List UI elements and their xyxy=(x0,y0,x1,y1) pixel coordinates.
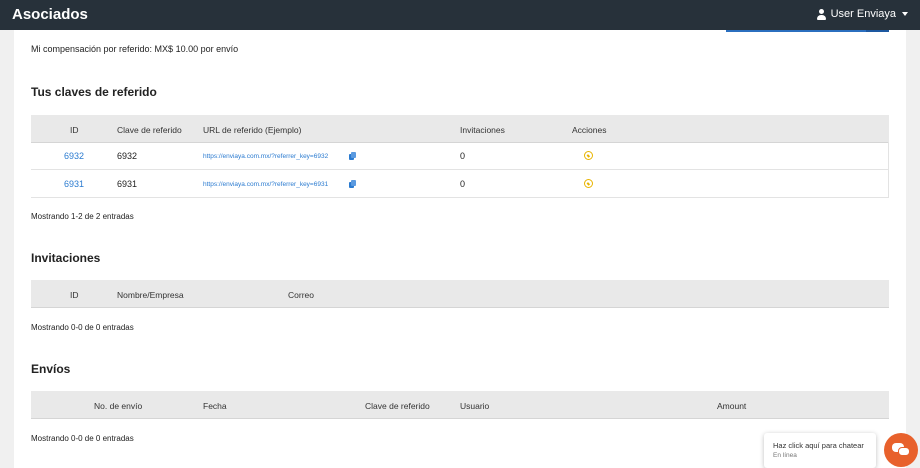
chat-prompt[interactable]: Haz click aquí para chatear En línea xyxy=(764,433,876,468)
invitations-count: 0 xyxy=(460,151,466,161)
shipments-table-header: No. de envío Fecha Clave de referido Usu… xyxy=(31,391,889,419)
chat-button[interactable] xyxy=(884,433,918,467)
compensation-text: Mi compensación por referido: MX$ 10.00 … xyxy=(31,44,239,54)
chat-status: En línea xyxy=(773,452,797,459)
invitations-title: Invitaciones xyxy=(31,251,101,265)
user-name: User Enviaya xyxy=(830,8,896,20)
app-title: Asociados xyxy=(12,6,88,23)
invitations-count: 0 xyxy=(460,179,466,189)
referral-url[interactable]: https://enviaya.com.mx/?referrer_key=693… xyxy=(203,153,328,160)
action-button-edge[interactable] xyxy=(726,30,889,32)
user-icon xyxy=(816,8,827,20)
referral-key: 6932 xyxy=(117,151,138,161)
action-dropdown-edge[interactable] xyxy=(866,30,889,32)
ban-icon[interactable] xyxy=(584,151,593,160)
referral-keys-table-header: ID Clave de referido URL de referido (Ej… xyxy=(31,115,889,143)
column-header-amount[interactable]: Amount xyxy=(717,401,746,411)
referral-id-link[interactable]: 6931 xyxy=(64,179,84,189)
column-header-id[interactable]: ID xyxy=(70,290,79,300)
column-header-referral-key[interactable]: Clave de referido xyxy=(365,401,430,411)
column-header-name[interactable]: Nombre/Empresa xyxy=(117,290,184,300)
column-header-shipment-number[interactable]: No. de envío xyxy=(94,401,142,411)
chevron-down-icon xyxy=(902,12,908,16)
ban-icon[interactable] xyxy=(584,179,593,188)
invitations-pagination-info: Mostrando 0-0 de 0 entradas xyxy=(31,323,134,332)
column-header-key[interactable]: Clave de referido xyxy=(117,125,182,135)
referral-key: 6931 xyxy=(117,179,138,189)
table-row: 6932 6932 https://enviaya.com.mx/?referr… xyxy=(31,142,889,170)
column-header-invitations[interactable]: Invitaciones xyxy=(460,125,505,135)
referral-url[interactable]: https://enviaya.com.mx/?referrer_key=693… xyxy=(203,181,328,188)
chat-prompt-title: Haz click aquí para chatear xyxy=(773,441,864,450)
table-row: 6931 6931 https://enviaya.com.mx/?referr… xyxy=(31,170,889,198)
referral-keys-pagination-info: Mostrando 1-2 de 2 entradas xyxy=(31,212,134,221)
column-header-id[interactable]: ID xyxy=(70,125,79,135)
column-header-date[interactable]: Fecha xyxy=(203,401,227,411)
referral-keys-title: Tus claves de referido xyxy=(31,85,157,99)
column-header-actions: Acciones xyxy=(572,125,607,135)
column-header-user[interactable]: Usuario xyxy=(460,401,489,411)
invitations-table-header: ID Nombre/Empresa Correo xyxy=(31,280,889,308)
user-menu[interactable]: User Enviaya xyxy=(816,8,908,20)
copy-icon[interactable] xyxy=(349,152,356,160)
referral-id-link[interactable]: 6932 xyxy=(64,151,84,161)
top-navbar: Asociados User Enviaya xyxy=(0,0,920,30)
column-header-email[interactable]: Correo xyxy=(288,290,314,300)
shipments-title: Envíos xyxy=(31,362,71,376)
shipments-pagination-info: Mostrando 0-0 de 0 entradas xyxy=(31,434,134,443)
column-header-url[interactable]: URL de referido (Ejemplo) xyxy=(203,125,301,135)
copy-icon[interactable] xyxy=(349,180,356,188)
